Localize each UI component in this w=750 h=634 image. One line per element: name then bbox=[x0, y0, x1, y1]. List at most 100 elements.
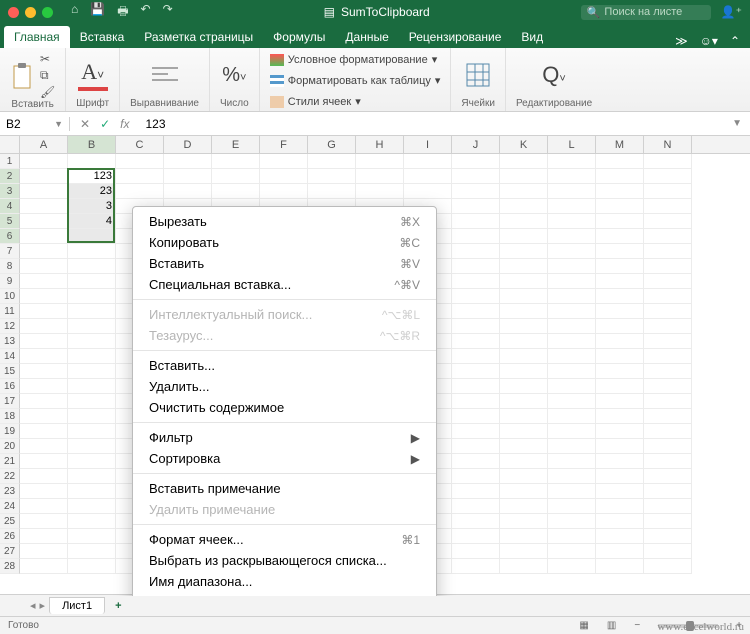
cell[interactable] bbox=[644, 469, 692, 484]
cell[interactable] bbox=[68, 394, 116, 409]
cell[interactable] bbox=[548, 304, 596, 319]
cell[interactable] bbox=[644, 499, 692, 514]
cell[interactable] bbox=[68, 259, 116, 274]
cell[interactable] bbox=[452, 484, 500, 499]
row-header[interactable]: 24 bbox=[0, 499, 20, 514]
copy-icon[interactable]: ⧉ bbox=[40, 68, 55, 83]
cell[interactable] bbox=[596, 334, 644, 349]
cell[interactable] bbox=[68, 529, 116, 544]
cell[interactable] bbox=[452, 274, 500, 289]
cell[interactable] bbox=[452, 454, 500, 469]
fx-icon[interactable]: fx bbox=[120, 117, 129, 131]
editing-button[interactable]: Q˅ bbox=[542, 62, 566, 88]
cell[interactable] bbox=[452, 349, 500, 364]
minimize-window-button[interactable] bbox=[25, 7, 36, 18]
row-header[interactable]: 9 bbox=[0, 274, 20, 289]
cell[interactable] bbox=[548, 379, 596, 394]
context-menu-item[interactable]: Имя диапазона... bbox=[133, 571, 436, 592]
cell[interactable] bbox=[20, 454, 68, 469]
cell[interactable] bbox=[452, 169, 500, 184]
cell[interactable] bbox=[20, 184, 68, 199]
cell[interactable] bbox=[260, 154, 308, 169]
share-icon[interactable]: 👤⁺ bbox=[721, 5, 742, 19]
cell[interactable] bbox=[596, 169, 644, 184]
cell[interactable]: 3 bbox=[68, 199, 116, 214]
expand-formula-bar-icon[interactable]: ▼ bbox=[724, 118, 750, 129]
cell[interactable] bbox=[20, 319, 68, 334]
cell[interactable] bbox=[116, 184, 164, 199]
cell[interactable] bbox=[20, 304, 68, 319]
cell[interactable]: 4 bbox=[68, 214, 116, 229]
cell[interactable] bbox=[20, 484, 68, 499]
cell[interactable] bbox=[452, 559, 500, 574]
tab-view[interactable]: Вид bbox=[511, 26, 553, 48]
cell[interactable] bbox=[500, 289, 548, 304]
font-button[interactable]: A˅ bbox=[78, 59, 108, 91]
view-page-icon[interactable]: ▥ bbox=[607, 620, 616, 631]
cell[interactable] bbox=[452, 214, 500, 229]
cell[interactable] bbox=[68, 379, 116, 394]
cell[interactable] bbox=[596, 304, 644, 319]
cell[interactable] bbox=[20, 394, 68, 409]
cell-styles-button[interactable]: Стили ячеек▾ bbox=[270, 94, 361, 109]
cell[interactable] bbox=[68, 229, 116, 244]
col-header-J[interactable]: J bbox=[452, 136, 500, 153]
cell[interactable] bbox=[500, 229, 548, 244]
cell[interactable] bbox=[68, 544, 116, 559]
row-header[interactable]: 3 bbox=[0, 184, 20, 199]
cell[interactable] bbox=[500, 154, 548, 169]
cell[interactable] bbox=[644, 199, 692, 214]
view-normal-icon[interactable]: ▦ bbox=[579, 620, 588, 631]
cell[interactable] bbox=[644, 454, 692, 469]
cancel-edit-icon[interactable]: ✕ bbox=[80, 117, 90, 131]
col-header-B[interactable]: B bbox=[68, 136, 116, 153]
row-header[interactable]: 16 bbox=[0, 379, 20, 394]
cell[interactable] bbox=[68, 469, 116, 484]
cell[interactable] bbox=[548, 244, 596, 259]
sheet-nav-next-icon[interactable]: ▸ bbox=[40, 599, 46, 612]
cell[interactable] bbox=[596, 184, 644, 199]
cell[interactable] bbox=[20, 409, 68, 424]
cell[interactable] bbox=[644, 514, 692, 529]
cell[interactable] bbox=[644, 214, 692, 229]
cell[interactable] bbox=[596, 274, 644, 289]
paste-button[interactable] bbox=[10, 62, 34, 90]
cell[interactable] bbox=[644, 379, 692, 394]
format-as-table-button[interactable]: Форматировать как таблицу▾ bbox=[270, 73, 441, 88]
cell[interactable] bbox=[548, 544, 596, 559]
cell[interactable] bbox=[404, 154, 452, 169]
cell[interactable] bbox=[548, 184, 596, 199]
col-header-A[interactable]: A bbox=[20, 136, 68, 153]
cell[interactable] bbox=[20, 214, 68, 229]
home-icon[interactable]: ⌂ bbox=[71, 2, 78, 23]
row-header[interactable]: 19 bbox=[0, 424, 20, 439]
cell[interactable] bbox=[596, 244, 644, 259]
cell[interactable] bbox=[548, 454, 596, 469]
cell[interactable] bbox=[500, 304, 548, 319]
col-header-I[interactable]: I bbox=[404, 136, 452, 153]
collapse-ribbon-icon[interactable]: ⌃ bbox=[724, 34, 746, 48]
cell[interactable] bbox=[548, 469, 596, 484]
row-header[interactable]: 18 bbox=[0, 409, 20, 424]
cell[interactable] bbox=[596, 439, 644, 454]
cell[interactable] bbox=[500, 244, 548, 259]
cells-button[interactable] bbox=[465, 62, 491, 88]
cell[interactable] bbox=[20, 379, 68, 394]
row-header[interactable]: 17 bbox=[0, 394, 20, 409]
cell[interactable] bbox=[500, 529, 548, 544]
cell[interactable] bbox=[548, 229, 596, 244]
cell[interactable] bbox=[452, 364, 500, 379]
row-header[interactable]: 1 bbox=[0, 154, 20, 169]
col-header-K[interactable]: K bbox=[500, 136, 548, 153]
row-header[interactable]: 12 bbox=[0, 319, 20, 334]
cell[interactable] bbox=[20, 439, 68, 454]
tab-data[interactable]: Данные bbox=[335, 26, 398, 48]
cell[interactable] bbox=[644, 289, 692, 304]
context-menu-item[interactable]: Формат ячеек...⌘1 bbox=[133, 529, 436, 550]
cell[interactable] bbox=[20, 499, 68, 514]
cell[interactable] bbox=[212, 184, 260, 199]
cell[interactable] bbox=[452, 229, 500, 244]
context-menu-item[interactable]: Выбрать из раскрывающегося списка... bbox=[133, 550, 436, 571]
cell[interactable] bbox=[500, 454, 548, 469]
col-header-E[interactable]: E bbox=[212, 136, 260, 153]
